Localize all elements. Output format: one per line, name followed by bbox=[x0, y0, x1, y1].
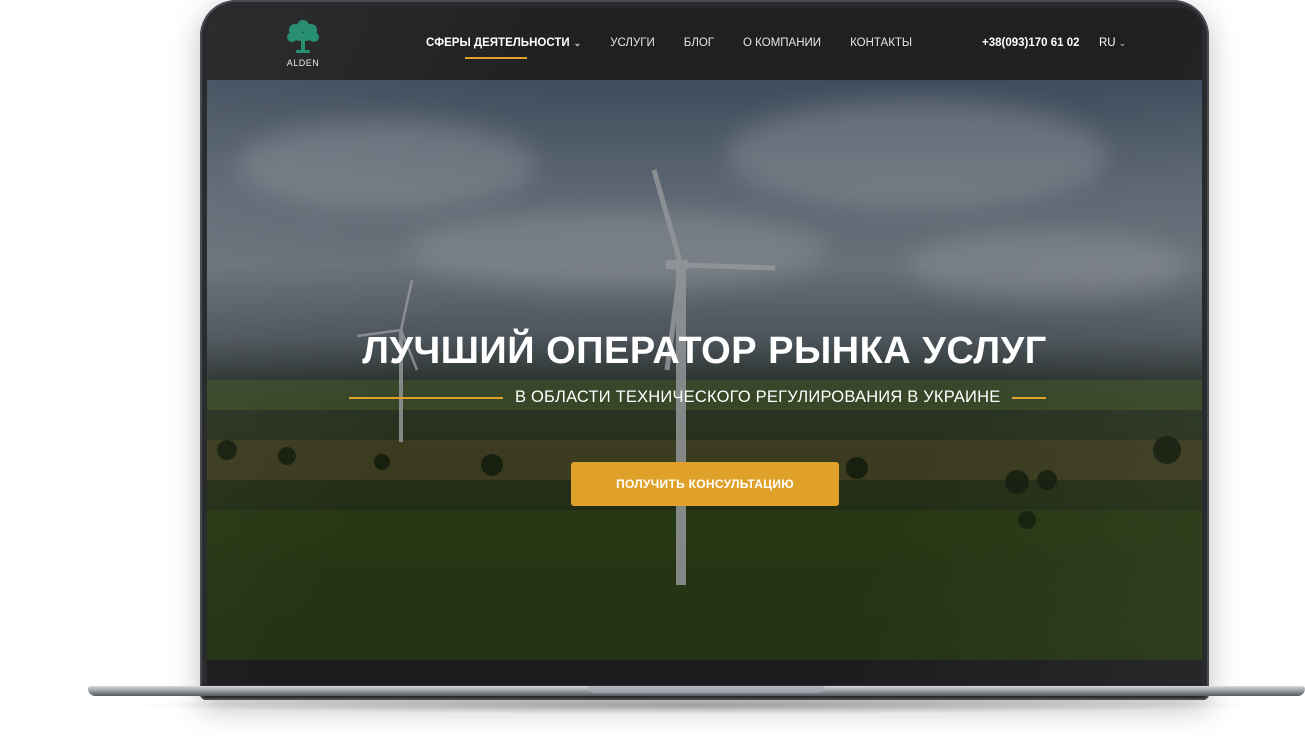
nav-item-label: БЛОГ bbox=[683, 37, 715, 49]
hero-subtitle: В ОБЛАСТИ ТЕХНИЧЕСКОГО РЕГУЛИРОВАНИЯ В У… bbox=[515, 388, 1001, 406]
language-label: RU bbox=[1099, 37, 1116, 49]
next-section-edge bbox=[207, 660, 1202, 685]
nav-item-label: О КОМПАНИИ bbox=[743, 37, 822, 49]
site-header: ALDEN СФЕРЫ ДЕЯТЕЛЬНОСТИ ⌄ УСЛУГИ БЛОГ О… bbox=[207, 8, 1202, 80]
active-nav-indicator bbox=[465, 57, 527, 59]
laptop-notch bbox=[588, 686, 824, 693]
hero-subtitle-row: В ОБЛАСТИ ТЕХНИЧЕСКОГО РЕГУЛИРОВАНИЯ В У… bbox=[349, 388, 1047, 407]
laptop-shadow bbox=[120, 696, 1270, 714]
phone-link[interactable]: +38(093)170 61 02 bbox=[982, 37, 1080, 49]
nav-item-contacts[interactable]: КОНТАКТЫ bbox=[850, 37, 912, 49]
hero-title: ЛУЧШИЙ ОПЕРАТОР РЫНКА УСЛУГ bbox=[362, 330, 1047, 372]
nav-item-label: УСЛУГИ bbox=[610, 37, 655, 49]
chevron-down-icon: ⌄ bbox=[1118, 37, 1127, 48]
nav-item-about[interactable]: О КОМПАНИИ bbox=[743, 37, 821, 49]
chevron-down-icon: ⌄ bbox=[573, 37, 582, 48]
nav-item-label: КОНТАКТЫ bbox=[850, 37, 913, 49]
nav-item-blog[interactable]: БЛОГ bbox=[684, 37, 714, 49]
logo-text: ALDEN bbox=[286, 58, 320, 68]
decorative-line bbox=[1012, 396, 1047, 399]
language-selector[interactable]: RU ⌄ bbox=[1099, 37, 1126, 49]
tree-icon bbox=[287, 20, 319, 53]
nav-item-services[interactable]: УСЛУГИ bbox=[610, 37, 655, 49]
nav-item-label: СФЕРЫ ДЕЯТЕЛЬНОСТИ bbox=[426, 37, 570, 49]
logo[interactable]: ALDEN bbox=[283, 18, 323, 68]
hero-section: ЛУЧШИЙ ОПЕРАТОР РЫНКА УСЛУГ В ОБЛАСТИ ТЕ… bbox=[207, 80, 1202, 660]
nav-item-activities[interactable]: СФЕРЫ ДЕЯТЕЛЬНОСТИ ⌄ bbox=[426, 37, 581, 49]
main-nav: СФЕРЫ ДЕЯТЕЛЬНОСТИ ⌄ УСЛУГИ БЛОГ О КОМПА… bbox=[426, 37, 941, 49]
get-consultation-button[interactable]: ПОЛУЧИТЬ КОНСУЛЬТАЦИЮ bbox=[571, 462, 839, 506]
decorative-line bbox=[349, 396, 503, 399]
laptop-screen: ALDEN СФЕРЫ ДЕЯТЕЛЬНОСТИ ⌄ УСЛУГИ БЛОГ О… bbox=[207, 8, 1202, 685]
